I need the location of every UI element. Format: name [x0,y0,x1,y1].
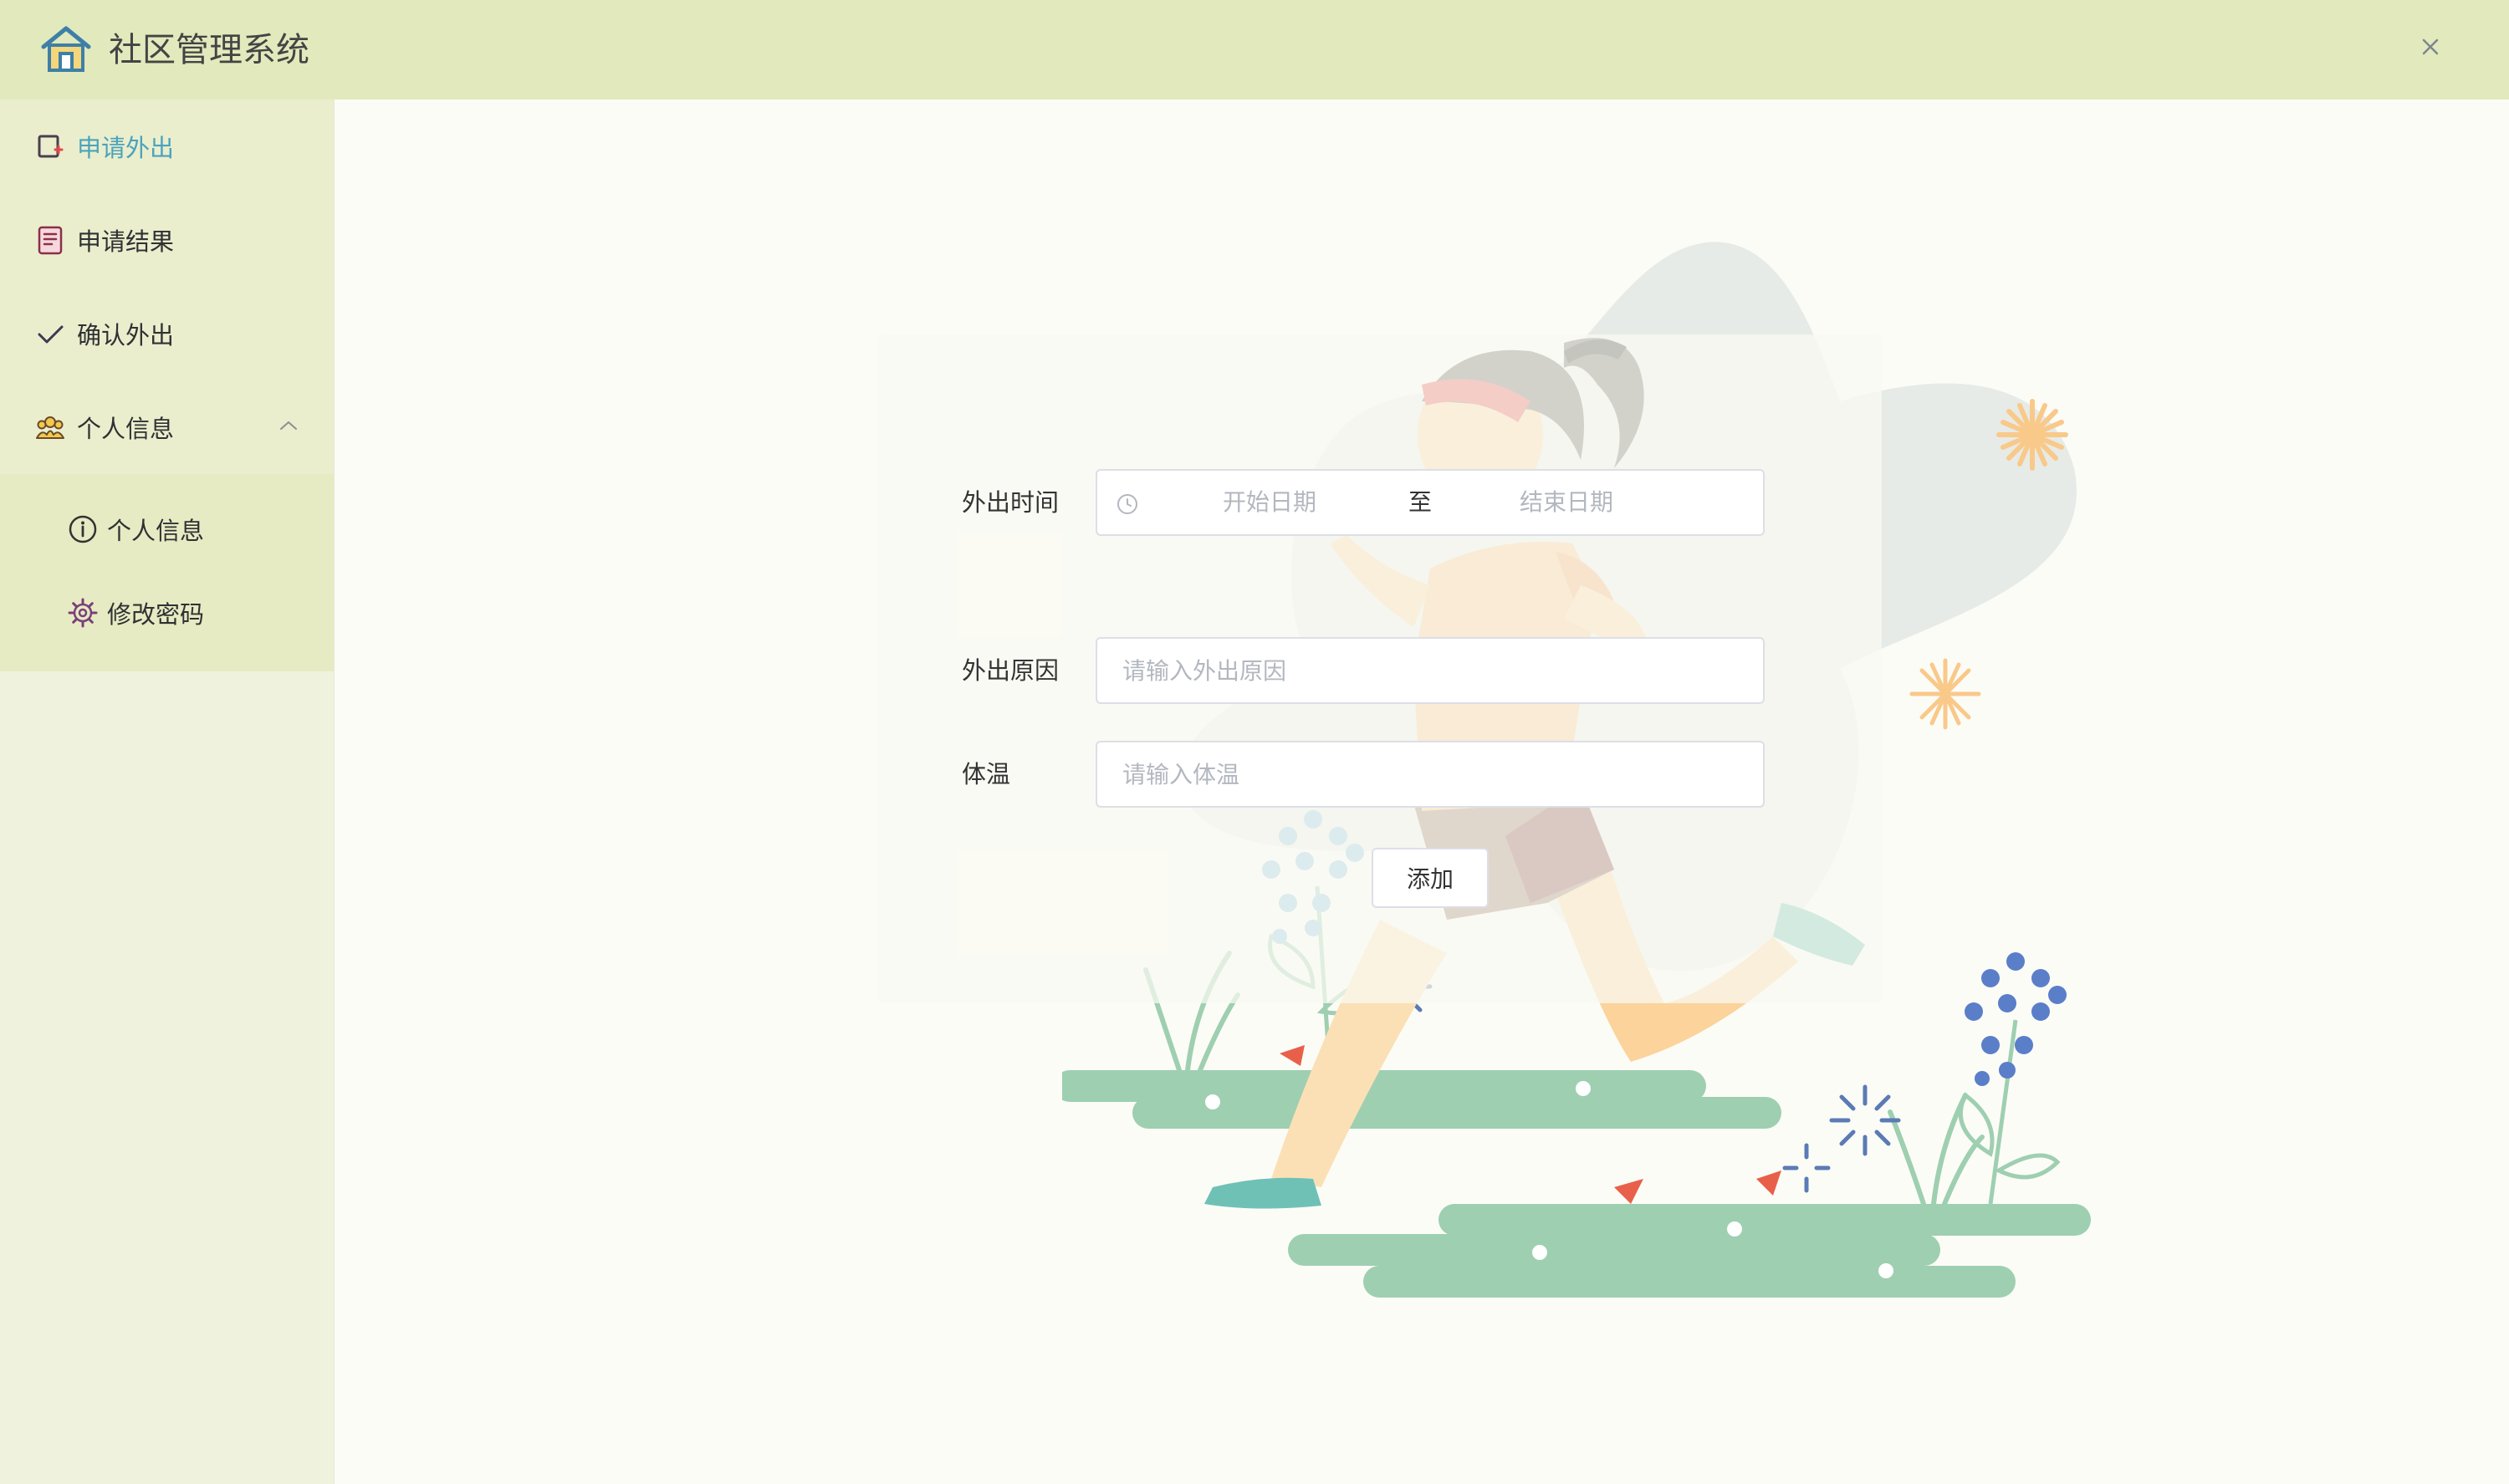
right-grass [1888,1093,1985,1206]
small-blue-burst-2 [1782,1084,1901,1193]
users-icon [36,416,64,439]
gear-icon [68,598,98,628]
reason-label: 外出原因 [962,656,1060,685]
sidebar-item-confirm[interactable]: 确认外出 [0,287,334,380]
range-separator: 至 [1408,488,1433,516]
sidebar: 申请外出 申请结果 确认外出 个人信息 个人信息 修改密码 [0,99,335,1484]
sun-decoration-2 [1909,658,1981,730]
temperature-input[interactable] [1096,741,1765,808]
right-flower-stem [1958,1019,2061,1205]
time-label: 外出时间 [962,488,1060,517]
app-header: 社区管理系统 [0,0,2509,99]
app-title: 社区管理系统 [109,31,309,69]
submenu-item-password[interactable]: 修改密码 [0,571,334,655]
date-range-picker[interactable]: 开始日期 至 结束日期 [1096,469,1765,536]
info-icon [69,515,97,543]
sidebar-item-apply[interactable]: 申请外出 [0,99,334,193]
end-date-input[interactable]: 结束日期 [1520,471,1613,534]
submenu-item-label: 个人信息 [107,517,205,545]
red-leaves-right [1614,1170,1781,1204]
apply-form-icon [38,135,64,158]
reason-input[interactable] [1096,637,1765,704]
sidebar-item-label: 申请结果 [77,227,175,256]
start-date-input[interactable]: 开始日期 [1223,471,1316,534]
document-list-icon [38,226,63,255]
add-button[interactable]: 添加 [1372,848,1489,908]
sidebar-item-label: 个人信息 [77,415,175,443]
check-icon [38,325,64,344]
sidebar-item-label: 确认外出 [77,321,175,349]
temperature-label: 体温 [962,760,1011,788]
home-icon [41,26,91,72]
submenu-item-info[interactable]: 个人信息 [0,487,334,571]
profile-submenu: 个人信息 修改密码 [0,474,334,671]
submenu-item-label: 修改密码 [107,600,205,629]
right-flower-petals [1965,952,2067,1086]
chevron-up-icon[interactable] [278,417,299,434]
sun-decoration-1 [1996,399,2068,471]
sidebar-menu: 申请外出 申请结果 确认外出 个人信息 [0,99,334,474]
clock-icon [1117,494,1137,514]
sidebar-item-result[interactable]: 申请结果 [0,193,334,287]
close-icon[interactable] [2417,33,2444,60]
sidebar-item-label: 申请外出 [77,134,175,162]
sidebar-item-profile[interactable]: 个人信息 [0,380,334,474]
